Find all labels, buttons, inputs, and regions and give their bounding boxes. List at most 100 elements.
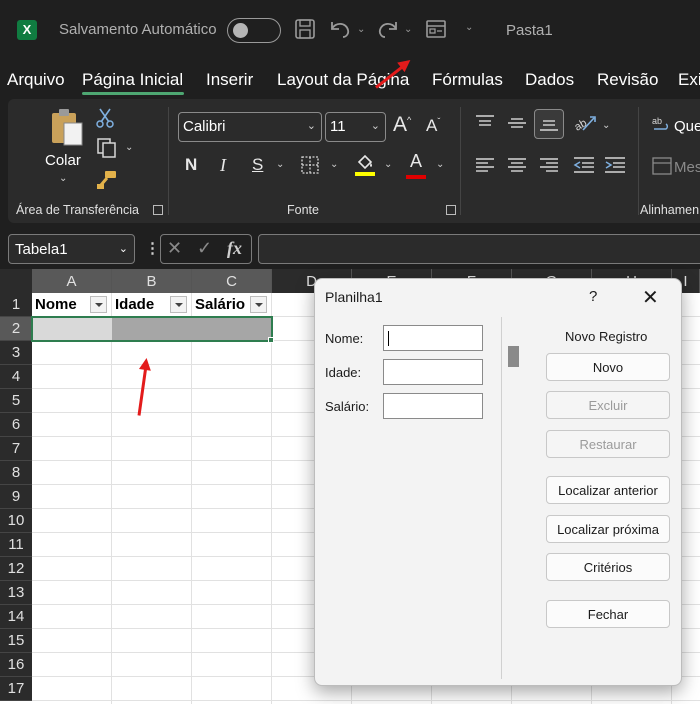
- table-header-cell[interactable]: Nome: [32, 293, 112, 317]
- decrease-indent-icon[interactable]: [573, 156, 595, 179]
- undo-icon[interactable]: [328, 18, 352, 46]
- find-previous-button[interactable]: Localizar anterior: [546, 476, 670, 504]
- align-top-icon[interactable]: [475, 114, 495, 137]
- fill-color-dropdown-icon[interactable]: ⌄: [384, 159, 392, 170]
- font-launcher-icon[interactable]: [446, 205, 456, 215]
- enter-icon[interactable]: ✓: [197, 238, 212, 259]
- align-middle-icon[interactable]: [507, 114, 527, 137]
- find-next-button[interactable]: Localizar próxima: [546, 515, 670, 543]
- paste-label[interactable]: Colar: [45, 152, 81, 169]
- tab-revisao[interactable]: Revisão: [597, 70, 658, 90]
- formula-input[interactable]: [258, 234, 700, 264]
- borders-dropdown-icon[interactable]: ⌄: [330, 159, 338, 170]
- close-icon[interactable]: ✕: [642, 285, 659, 310]
- help-icon[interactable]: ?: [589, 288, 597, 305]
- restore-button[interactable]: Restaurar: [546, 430, 670, 458]
- row-header[interactable]: 9: [0, 485, 32, 509]
- merge-icon[interactable]: [652, 157, 672, 180]
- increase-indent-icon[interactable]: [604, 156, 626, 179]
- format-painter-icon[interactable]: [96, 169, 118, 196]
- salario-field[interactable]: [383, 393, 483, 419]
- redo-icon[interactable]: [376, 18, 400, 46]
- row-header[interactable]: 15: [0, 629, 32, 653]
- align-center-icon[interactable]: [507, 156, 527, 179]
- copy-dropdown-icon[interactable]: ⌄: [125, 142, 133, 153]
- table-header-cell[interactable]: Idade: [112, 293, 192, 317]
- row-header[interactable]: 8: [0, 461, 32, 485]
- paste-icon[interactable]: [48, 107, 86, 147]
- customize-toolbar-icon[interactable]: ⌄: [465, 22, 473, 33]
- form-icon[interactable]: [425, 18, 447, 46]
- font-name-select[interactable]: Calibri ⌄: [178, 112, 322, 142]
- row-header[interactable]: 4: [0, 365, 32, 389]
- row-header[interactable]: 11: [0, 533, 32, 557]
- column-header[interactable]: B: [112, 269, 192, 293]
- row-header[interactable]: 2: [0, 317, 32, 341]
- row-header[interactable]: 12: [0, 557, 32, 581]
- row-header[interactable]: 16: [0, 653, 32, 677]
- row-header[interactable]: 17: [0, 677, 32, 701]
- font-size-select[interactable]: 11 ⌄: [325, 112, 386, 142]
- column-header[interactable]: A: [32, 269, 112, 293]
- borders-icon[interactable]: [300, 155, 320, 180]
- shrink-font-icon[interactable]: Aˇ: [426, 116, 440, 136]
- italic-button[interactable]: I: [220, 155, 226, 176]
- table-header-cell[interactable]: Salário: [192, 293, 272, 317]
- name-box[interactable]: Tabela1 ⌄: [8, 234, 135, 264]
- font-color-dropdown-icon[interactable]: ⌄: [436, 159, 444, 170]
- grow-font-icon[interactable]: A^: [393, 113, 411, 137]
- row-header[interactable]: 6: [0, 413, 32, 437]
- underline-dropdown-icon[interactable]: ⌄: [276, 159, 284, 170]
- row-header[interactable]: 14: [0, 605, 32, 629]
- tab-formulas[interactable]: Fórmulas: [432, 70, 503, 90]
- bold-button[interactable]: N: [185, 155, 197, 175]
- wrap-text-label[interactable]: Que: [674, 118, 700, 135]
- close-button[interactable]: Fechar: [546, 600, 670, 628]
- insert-function-icon[interactable]: fx: [227, 238, 242, 259]
- tab-inserir[interactable]: Inserir: [206, 70, 253, 90]
- redo-dropdown-icon[interactable]: ⌄: [404, 24, 412, 35]
- cut-icon[interactable]: [96, 107, 114, 134]
- tab-arquivo[interactable]: Arquivo: [7, 70, 65, 90]
- copy-icon[interactable]: [96, 137, 118, 164]
- row-header[interactable]: 10: [0, 509, 32, 533]
- tab-exibir[interactable]: Exi: [678, 70, 700, 90]
- tab-layout-da-pagina[interactable]: Layout da Página: [277, 70, 409, 90]
- undo-dropdown-icon[interactable]: ⌄: [357, 24, 365, 35]
- idade-field[interactable]: [383, 359, 483, 385]
- align-left-icon[interactable]: [475, 156, 495, 179]
- merge-label[interactable]: Mes: [674, 159, 700, 176]
- autosave-toggle[interactable]: [227, 18, 281, 43]
- fill-color-icon[interactable]: [354, 152, 376, 183]
- delete-button[interactable]: Excluir: [546, 391, 670, 419]
- clipboard-launcher-icon[interactable]: [153, 205, 163, 215]
- criteria-button[interactable]: Critérios: [546, 553, 670, 581]
- row-header[interactable]: 7: [0, 437, 32, 461]
- cancel-icon[interactable]: ✕: [167, 238, 182, 259]
- tab-dados[interactable]: Dados: [525, 70, 574, 90]
- filter-dropdown-icon[interactable]: [170, 296, 187, 313]
- row-header[interactable]: 5: [0, 389, 32, 413]
- filter-dropdown-icon[interactable]: [250, 296, 267, 313]
- filter-dropdown-icon[interactable]: [90, 296, 107, 313]
- record-scrollbar-thumb[interactable]: [508, 346, 519, 367]
- column-header[interactable]: C: [192, 269, 272, 293]
- save-icon[interactable]: [294, 18, 316, 46]
- row-header[interactable]: 3: [0, 341, 32, 365]
- underline-button[interactable]: S: [252, 155, 263, 175]
- align-right-icon[interactable]: [539, 156, 559, 179]
- new-button[interactable]: Novo: [546, 353, 670, 381]
- fill-handle[interactable]: [268, 337, 274, 343]
- tab-pagina-inicial[interactable]: Página Inicial: [82, 70, 183, 90]
- align-bottom-icon[interactable]: [534, 109, 564, 139]
- nome-field[interactable]: [383, 325, 483, 351]
- orientation-icon[interactable]: ab: [572, 112, 597, 139]
- row-header[interactable]: 13: [0, 581, 32, 605]
- paste-dropdown-icon[interactable]: ⌄: [59, 173, 67, 184]
- select-all-corner[interactable]: [0, 269, 32, 293]
- wrap-text-icon[interactable]: ab: [652, 115, 672, 140]
- row-header[interactable]: 1: [0, 293, 32, 317]
- font-color-icon[interactable]: A: [406, 151, 426, 179]
- orientation-dropdown-icon[interactable]: ⌄: [602, 120, 610, 131]
- more-options-icon[interactable]: ⋮: [145, 239, 160, 257]
